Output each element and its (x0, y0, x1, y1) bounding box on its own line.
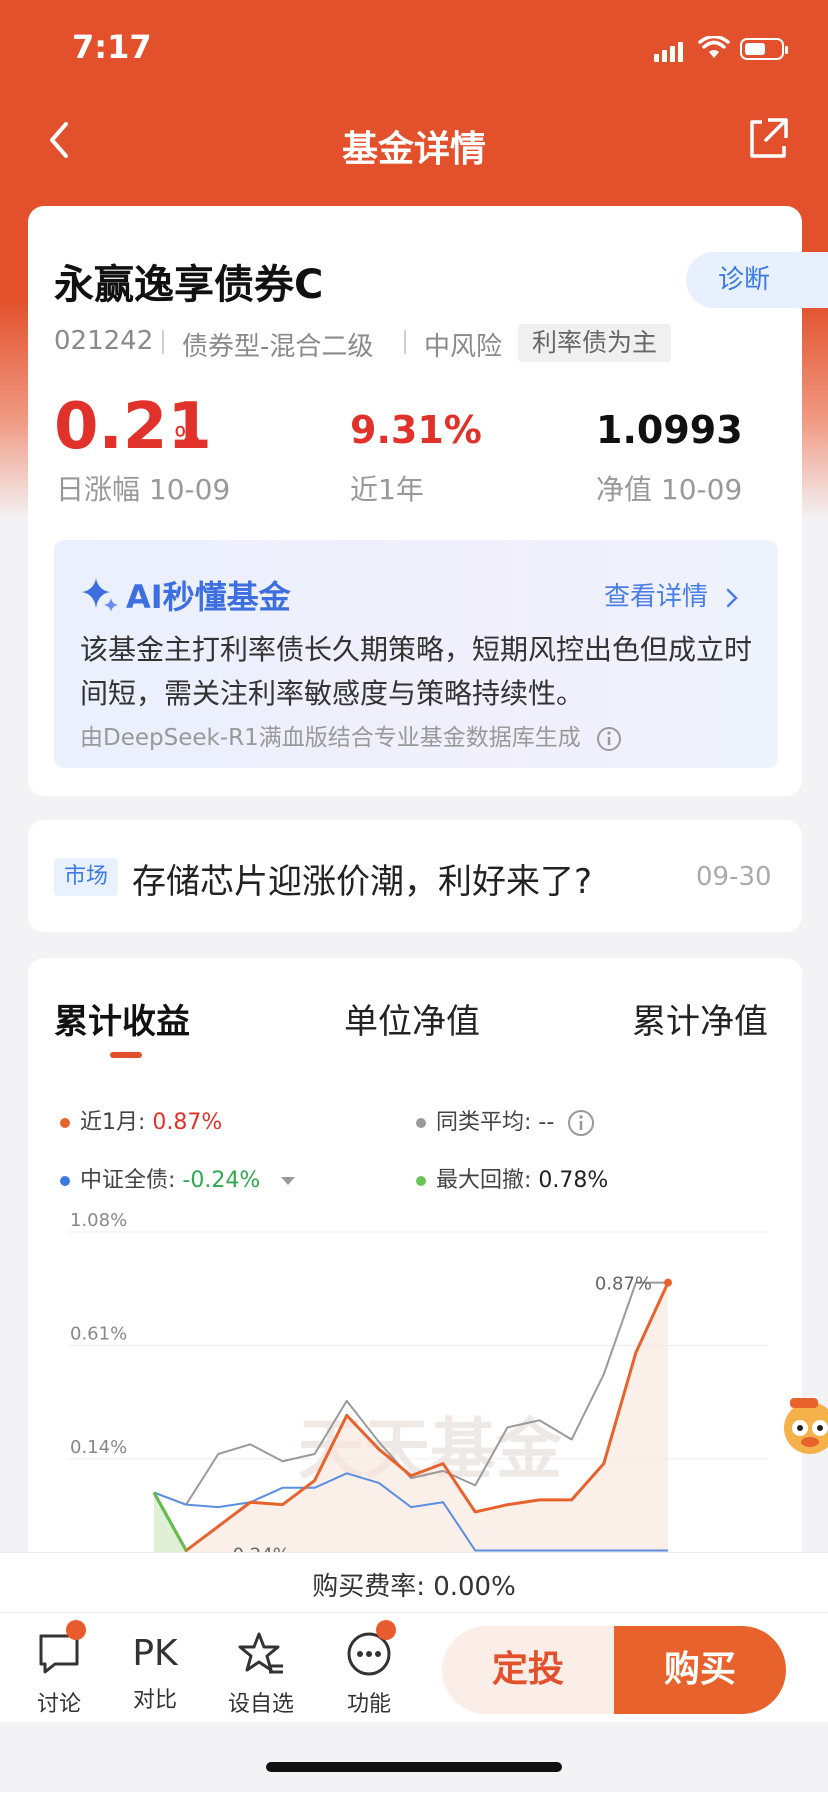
ai-detail-label: 查看详情 (604, 582, 709, 612)
fund-tag: 利率债为主 (518, 324, 672, 362)
annotation-label: 0.87% (595, 1274, 652, 1295)
fund-code: 021242 (54, 326, 154, 356)
legend-index-label: 中证全债: (80, 1168, 176, 1193)
discuss-label: 讨论 (36, 1692, 81, 1717)
add-watchlist-button[interactable]: 设自选 (216, 1630, 306, 1718)
pk-icon: PK (132, 1633, 178, 1674)
dropdown-icon[interactable] (279, 1174, 297, 1188)
news-headline[interactable]: 存储芯片迎涨价潮，利好来了? (132, 854, 592, 903)
status-time: 7:17 (72, 28, 152, 66)
notification-badge (66, 1620, 86, 1640)
daily-change-label: 日涨幅 10-09 (56, 473, 231, 506)
notification-badge (376, 1620, 396, 1640)
nav-label: 净值 10-09 (596, 473, 743, 506)
ai-title: AI秒懂基金 (126, 578, 291, 616)
page-title: 基金详情 (341, 129, 486, 170)
news-tag: 市场 (54, 858, 118, 896)
end-point (664, 1278, 672, 1287)
daily-change-unit: % (174, 420, 201, 453)
tab-unit-nav[interactable]: 单位净值 (344, 994, 480, 1043)
legend-dot (60, 1176, 70, 1186)
legend-dot (416, 1176, 426, 1186)
functions-label: 功能 (346, 1692, 391, 1717)
fund-category: 债券型-混合二级 (182, 332, 374, 362)
legend-drawdown-value: 0.78% (538, 1168, 609, 1193)
compare-button[interactable]: PK 对比 (110, 1630, 200, 1714)
signal-icon (654, 42, 686, 62)
purchase-fee: 购买费率: 0.00% (312, 1572, 516, 1602)
legend-recent-label: 近1月: (80, 1110, 146, 1135)
battery-icon (740, 38, 788, 60)
divider (404, 330, 406, 354)
return-chart[interactable]: 1.08%0.61%0.14%天天基金0.87%-0.24% (28, 1210, 802, 1552)
nav-value: 1.0993 (596, 408, 743, 452)
compare-label: 对比 (132, 1688, 177, 1713)
ai-summary-text: 该基金主打利率债长久期策略，短期风控出色但成立时间短，需关注利率敏感度与策略持续… (80, 633, 753, 710)
info-icon[interactable] (596, 726, 622, 752)
legend-index-value: -0.24% (182, 1168, 261, 1193)
home-indicator[interactable] (266, 1762, 562, 1772)
y-tick-label: 0.61% (70, 1323, 127, 1344)
legend-max-drawdown: 最大回撤: 0.78% (416, 1162, 608, 1194)
legend-category-avg: 同类平均: -- (416, 1104, 595, 1137)
legend-recent: 近1月: 0.87% (60, 1104, 222, 1136)
tab-indicator (110, 1052, 142, 1058)
year-return-label: 近1年 (350, 473, 424, 506)
fund-risk: 中风险 (424, 332, 503, 362)
legend-avg-value: -- (538, 1110, 555, 1135)
watchlist-label: 设自选 (227, 1692, 294, 1717)
fund-name: 永赢逸享债券C (54, 262, 324, 308)
auto-invest-button[interactable]: 定投 (442, 1626, 614, 1714)
legend-avg-label: 同类平均: (436, 1110, 532, 1135)
ai-detail-link[interactable]: 查看详情 (604, 576, 742, 613)
news-date: 09-30 (696, 862, 772, 892)
legend-recent-value: 0.87% (152, 1110, 223, 1135)
divider (0, 1612, 828, 1613)
ai-source-note: 由DeepSeek-R1满血版结合专业基金数据库生成 (80, 718, 622, 752)
annotation-label: -0.24% (226, 1545, 290, 1552)
tab-cumulative-return[interactable]: 累计收益 (54, 994, 190, 1043)
sparkle-icon (82, 578, 118, 612)
discuss-button[interactable]: 讨论 (14, 1630, 104, 1718)
tab-cumulative-nav[interactable]: 累计净值 (632, 994, 768, 1043)
mascot-icon[interactable] (776, 1388, 828, 1468)
more-functions-button[interactable]: 功能 (324, 1630, 414, 1718)
home-area (0, 1722, 828, 1792)
legend-index[interactable]: 中证全债: -0.24% (60, 1162, 297, 1194)
buy-button[interactable]: 购买 (614, 1626, 786, 1714)
y-tick-label: 1.08% (70, 1210, 127, 1231)
ai-source-text: 由DeepSeek-R1满血版结合专业基金数据库生成 (80, 725, 581, 751)
info-icon[interactable] (567, 1109, 595, 1137)
chevron-right-icon (727, 588, 739, 607)
diagnose-button[interactable]: 诊断 (686, 252, 828, 308)
y-tick-label: 0.14% (70, 1437, 127, 1458)
legend-dot (60, 1118, 70, 1128)
star-icon (238, 1632, 283, 1674)
legend-dot (416, 1118, 426, 1128)
year-return-value: 9.31% (350, 408, 482, 452)
wifi-icon (698, 36, 730, 58)
share-icon[interactable] (746, 116, 790, 160)
divider (162, 330, 164, 354)
legend-drawdown-label: 最大回撤: (436, 1168, 532, 1193)
